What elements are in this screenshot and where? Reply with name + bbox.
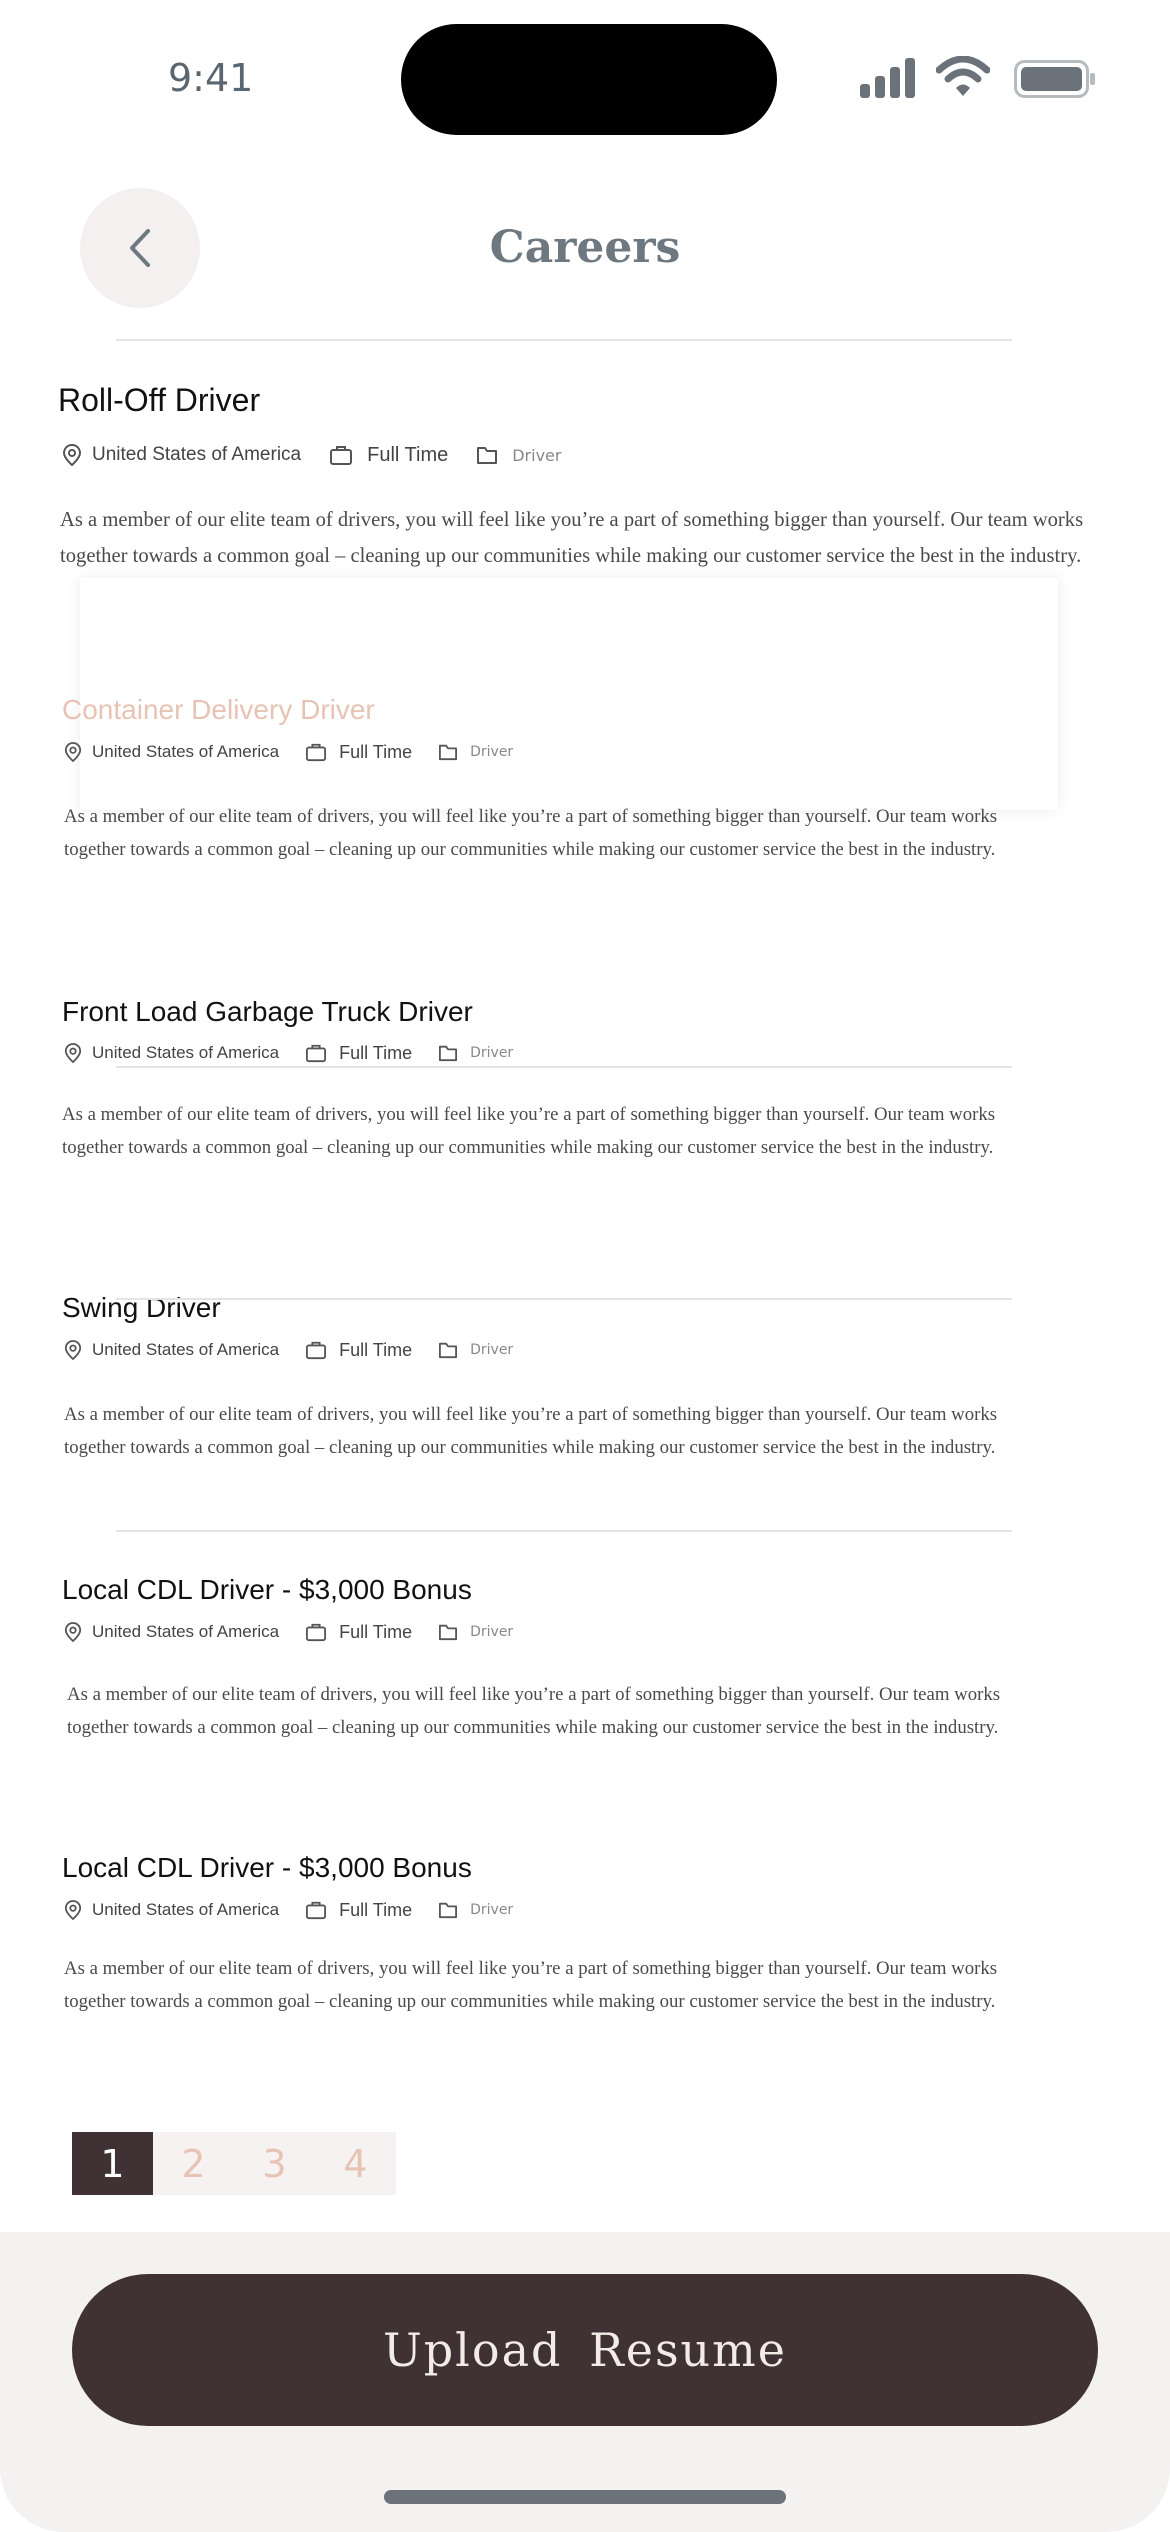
job-location: United States of America <box>92 1340 280 1359</box>
page-button-1[interactable]: 1 <box>72 2132 153 2195</box>
upload-resume-button[interactable]: Upload Resume <box>72 2274 1098 2426</box>
job-category: Driver <box>470 744 514 760</box>
page-button-4[interactable]: 4 <box>315 2132 396 2195</box>
job-description-line: As a member of our elite team of drivers… <box>64 1404 998 1425</box>
divider <box>116 1530 1012 1532</box>
briefcase-icon <box>330 446 353 465</box>
folder-icon <box>439 1342 458 1359</box>
job-category: Driver <box>470 1624 514 1640</box>
folder-icon <box>439 1902 458 1919</box>
folder-icon <box>477 447 498 464</box>
job-description-line: together towards a common goal – cleanin… <box>67 1717 999 1738</box>
job-description: As a member of our elite team of drivers… <box>60 502 1083 574</box>
job-description-line: together towards a common goal – cleanin… <box>64 839 996 860</box>
job-meta: United States of America Full Time Drive… <box>64 741 513 763</box>
job-description-line: As a member of our elite team of drivers… <box>67 1684 1001 1705</box>
location-pin-icon <box>64 1622 82 1643</box>
job-type: Full Time <box>339 1899 413 1920</box>
divider <box>116 1298 1012 1300</box>
divider <box>116 339 1012 341</box>
job-description-line: together towards a common goal – cleanin… <box>62 1137 994 1158</box>
briefcase-icon <box>306 1044 327 1063</box>
cellular-signal-icon <box>860 58 915 98</box>
job-meta: United States of America Full Time Drive… <box>64 1042 513 1064</box>
job-location: United States of America <box>92 742 280 761</box>
home-indicator[interactable] <box>384 2490 786 2504</box>
job-category: Driver <box>470 1045 514 1061</box>
job-description: As a member of our elite team of drivers… <box>64 1398 997 1464</box>
status-time: 9:41 <box>168 56 254 100</box>
job-meta: United States of America Full Time Drive… <box>62 443 561 467</box>
job-title[interactable]: Local CDL Driver - $3,000 Bonus <box>62 1852 472 1884</box>
location-pin-icon <box>64 1340 82 1361</box>
location-pin-icon <box>64 1043 82 1064</box>
job-description: As a member of our elite team of drivers… <box>62 1098 995 1164</box>
job-location: United States of America <box>92 1900 280 1919</box>
job-type: Full Time <box>339 1621 413 1642</box>
job-type: Full Time <box>339 1339 413 1360</box>
job-category: Driver <box>512 445 562 465</box>
job-type: Full Time <box>339 1042 413 1063</box>
briefcase-icon <box>306 1341 327 1360</box>
folder-icon <box>439 1624 458 1641</box>
page-button-3[interactable]: 3 <box>234 2132 315 2195</box>
battery-icon <box>1014 60 1095 98</box>
job-type: Full Time <box>367 443 449 466</box>
job-description: As a member of our elite team of drivers… <box>67 1678 1000 1744</box>
job-description-line: together towards a common goal – cleanin… <box>64 1437 996 1458</box>
job-location: United States of America <box>92 1043 280 1062</box>
page-button-2[interactable]: 2 <box>153 2132 234 2195</box>
folder-icon <box>439 744 458 761</box>
job-location: United States of America <box>92 444 302 465</box>
job-description-line: As a member of our elite team of drivers… <box>60 509 1084 531</box>
job-meta: United States of America Full Time Drive… <box>64 1899 513 1921</box>
job-type: Full Time <box>339 741 413 762</box>
location-pin-icon <box>62 443 82 467</box>
location-pin-icon <box>64 1900 82 1921</box>
folder-icon <box>439 1045 458 1062</box>
job-description-line: together towards a common goal – cleanin… <box>60 545 1082 567</box>
job-category: Driver <box>470 1342 514 1358</box>
wifi-icon <box>936 56 990 96</box>
job-meta: United States of America Full Time Drive… <box>64 1621 513 1643</box>
job-title[interactable]: Container Delivery Driver <box>62 694 375 726</box>
briefcase-icon <box>306 1901 327 1920</box>
job-title[interactable]: Swing Driver <box>62 1292 221 1324</box>
pagination: 1 2 3 4 <box>72 2132 396 2195</box>
divider <box>116 1066 1012 1068</box>
job-meta: United States of America Full Time Drive… <box>64 1339 513 1361</box>
job-description-line: As a member of our elite team of drivers… <box>64 1958 998 1979</box>
job-description-line: As a member of our elite team of drivers… <box>62 1104 996 1125</box>
job-description-line: As a member of our elite team of drivers… <box>64 806 998 827</box>
job-description: As a member of our elite team of drivers… <box>64 1952 997 2018</box>
job-description-line: together towards a common goal – cleanin… <box>64 1991 996 2012</box>
job-location: United States of America <box>92 1622 280 1641</box>
dynamic-island <box>401 24 777 135</box>
job-category: Driver <box>470 1902 514 1918</box>
briefcase-icon <box>306 1623 327 1642</box>
job-title[interactable]: Local CDL Driver - $3,000 Bonus <box>62 1574 472 1606</box>
job-title[interactable]: Roll-Off Driver <box>58 382 260 419</box>
page-title: Careers <box>489 222 681 273</box>
briefcase-icon <box>306 743 327 762</box>
job-description: As a member of our elite team of drivers… <box>64 800 997 866</box>
job-title[interactable]: Front Load Garbage Truck Driver <box>62 996 473 1028</box>
location-pin-icon <box>64 742 82 763</box>
